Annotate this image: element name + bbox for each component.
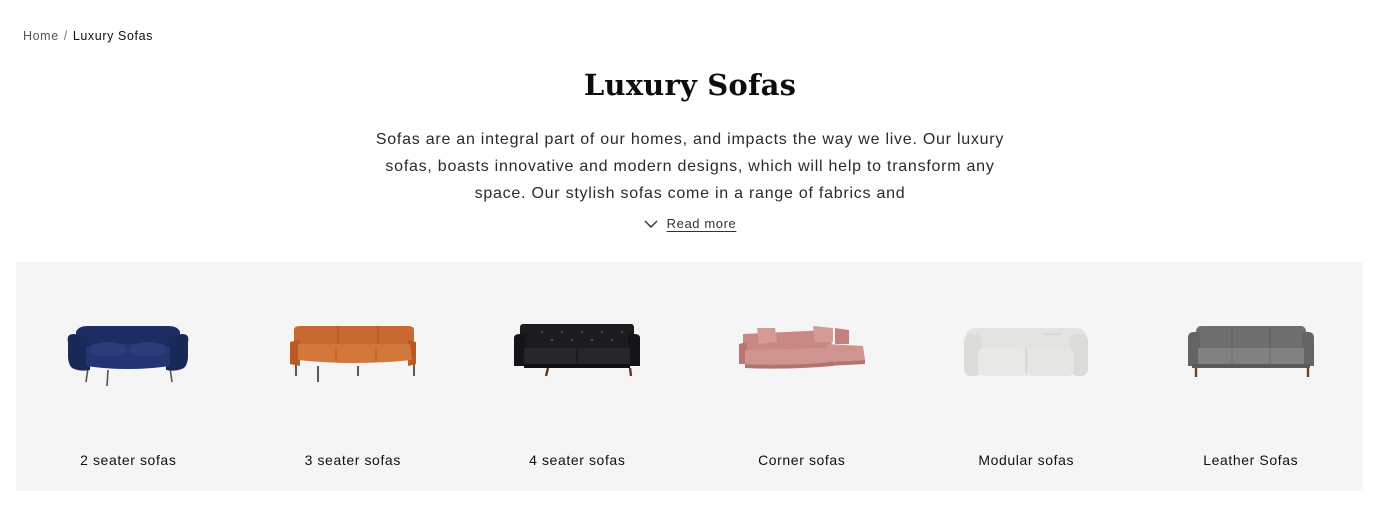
breadcrumb-home-link[interactable]: Home: [23, 29, 59, 43]
navy-2-seater-sofa-image: [67, 326, 189, 386]
category-label: 4 seater sofas: [529, 452, 626, 468]
breadcrumb: Home / Luxury Sofas: [23, 29, 153, 43]
chevron-down-icon: [644, 220, 658, 228]
pink-corner-sofa-image: [738, 326, 865, 369]
breadcrumb-separator: /: [63, 29, 68, 43]
read-more-toggle[interactable]: Read more: [0, 216, 1380, 231]
category-label: 3 seater sofas: [304, 452, 401, 468]
category-leather-sofas[interactable]: Leather Sofas: [1139, 262, 1364, 491]
page-title: Luxury Sofas: [583, 68, 797, 102]
read-more-link[interactable]: Read more: [667, 216, 737, 231]
breadcrumb-current: Luxury Sofas: [72, 29, 153, 43]
intro-text: Sofas are an integral part of our homes,…: [375, 131, 1005, 202]
category-label: 2 seater sofas: [80, 452, 177, 468]
category-corner-sofas[interactable]: Corner sofas: [690, 262, 915, 491]
category-label: Corner sofas: [758, 452, 846, 468]
category-3-seater-sofas[interactable]: 3 seater sofas: [241, 262, 466, 491]
tan-3-seater-sofa-image: [289, 326, 416, 382]
grey-modular-sofa-image: [964, 328, 1089, 376]
category-4-seater-sofas[interactable]: 4 seater sofas: [465, 262, 690, 491]
category-carousel: 2 seater sofas 3 seater sofas 4 seater s…: [16, 262, 1363, 491]
category-modular-sofas[interactable]: Modular sofas: [914, 262, 1139, 491]
category-2-seater-sofas[interactable]: 2 seater sofas: [16, 262, 241, 491]
black-leather-4-seater-sofa-image: [514, 324, 641, 377]
category-label: Modular sofas: [978, 452, 1075, 468]
grey-leather-sofa-image: [1187, 326, 1314, 377]
category-label: Leather Sofas: [1203, 452, 1299, 468]
page: Home / Luxury Sofas Luxury Sofas Sofas a…: [0, 0, 1380, 516]
